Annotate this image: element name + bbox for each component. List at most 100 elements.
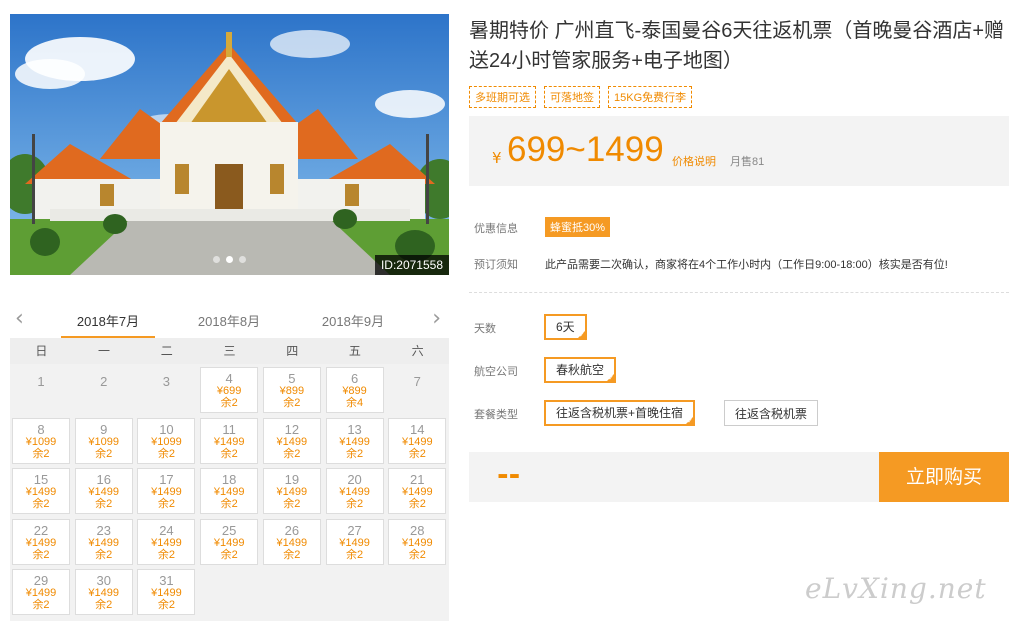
calendar-day[interactable]: 21 ¥1499 余2: [388, 468, 447, 514]
day-price: ¥1499: [276, 486, 308, 498]
day-price: ¥1499: [401, 435, 433, 448]
calendar-day[interactable]: 10 ¥1099 余2: [137, 417, 196, 464]
day-price: ¥1499: [339, 435, 370, 448]
buy-now-button[interactable]: 立即购买: [879, 452, 1009, 502]
calendar-day[interactable]: 14 ¥1499 余2: [388, 417, 447, 464]
day-remaining: 余2: [283, 447, 301, 460]
calendar-day[interactable]: 17 ¥1499 余2: [137, 468, 196, 514]
calendar-day: 7: [388, 367, 446, 413]
calendar-day[interactable]: 12 ¥1499 余2: [262, 417, 321, 464]
day-number: 16: [96, 472, 111, 487]
gallery-dot-active[interactable]: [226, 256, 233, 263]
calendar-day[interactable]: 4 ¥699 余2: [200, 367, 259, 413]
calendar-day[interactable]: 28 ¥1499 余2: [388, 518, 447, 565]
day-number: 13: [347, 421, 362, 437]
day-remaining: 余2: [346, 548, 364, 561]
chevron-left-icon[interactable]: ‹: [15, 306, 24, 331]
day-number: 30: [96, 573, 111, 588]
day-number: 18: [221, 472, 237, 487]
day-remaining: 余2: [220, 447, 238, 460]
option-days-6[interactable]: 6天: [544, 314, 587, 341]
calendar-day[interactable]: 18 ¥1499 余2: [200, 468, 259, 514]
calendar-day[interactable]: 23 ¥1499 余2: [74, 518, 133, 565]
day-price: ¥1499: [339, 486, 370, 498]
day-remaining: 余2: [157, 548, 175, 561]
calendar-day[interactable]: 19 ¥1499 余2: [262, 468, 321, 514]
product-title: 暑期特价 广州直飞-泰国曼谷6天往返机票（首晚曼谷酒店+赠送24小时管家服务+电…: [469, 20, 1005, 72]
day-price: ¥1499: [25, 536, 57, 549]
day-remaining: 余2: [157, 498, 175, 510]
tab-month-july[interactable]: 2018年7月: [61, 311, 155, 339]
day-remaining: 余4: [346, 397, 364, 409]
calendar-day[interactable]: 27 ¥1499 余2: [325, 518, 384, 565]
tab-month-september[interactable]: 2018年9月: [308, 311, 398, 330]
calendar-day[interactable]: 15 ¥1499 余2: [12, 468, 70, 514]
calendar-day[interactable]: 25 ¥1499 余2: [200, 518, 259, 565]
day-price: ¥1499: [151, 536, 182, 549]
calendar-month-nav: ‹ 2018年7月 2018年8月 2018年9月 ›: [10, 300, 449, 339]
day-number: 8: [37, 421, 45, 437]
chevron-right-icon[interactable]: ›: [432, 306, 441, 331]
promo-label: 优惠信息: [474, 223, 518, 235]
gallery-dot[interactable]: [213, 256, 220, 263]
day-price: ¥1499: [213, 435, 245, 448]
notice-label: 预订须知: [474, 259, 518, 271]
gallery-dot[interactable]: [239, 256, 246, 263]
calendar-day[interactable]: 26 ¥1499 余2: [262, 518, 321, 565]
day-remaining: 余2: [346, 447, 364, 460]
calendar-day[interactable]: 30 ¥1499 余2: [74, 569, 133, 615]
day-remaining: 余2: [95, 447, 113, 460]
day-remaining: 余2: [32, 599, 50, 611]
day-number: 23: [96, 522, 111, 538]
price-panel: ¥ 699~1499 价格说明 月售81: [469, 116, 1009, 186]
day-remaining: 余2: [283, 548, 301, 561]
calendar-day[interactable]: 20 ¥1499 余2: [325, 468, 384, 514]
day-remaining: 余2: [32, 548, 50, 561]
day-price: ¥1499: [25, 587, 57, 599]
day-price: ¥899: [342, 385, 367, 397]
calendar-day[interactable]: 22 ¥1499 余2: [12, 518, 70, 565]
day-number: 2: [100, 374, 108, 389]
calendar-day[interactable]: 24 ¥1499 余2: [137, 518, 196, 565]
day-number: 22: [33, 522, 49, 538]
option-airline-spring[interactable]: 春秋航空: [544, 357, 617, 384]
day-price: ¥1499: [88, 587, 119, 599]
option-package-ticket-only[interactable]: 往返含税机票: [724, 400, 819, 426]
calendar-day[interactable]: 31 ¥1499 余2: [137, 569, 196, 615]
day-number: 19: [284, 472, 300, 487]
tab-month-august[interactable]: 2018年8月: [184, 311, 274, 330]
calendar-day[interactable]: 8 ¥1099 余2: [12, 417, 70, 464]
notice-text: 此产品需要二次确认，商家将在4个工作小时内（工作日9:00-18:00）核实是否…: [545, 259, 948, 271]
price-explain-link[interactable]: 价格说明: [672, 153, 716, 169]
day-remaining: 余2: [157, 599, 175, 611]
day-remaining: 余2: [220, 498, 238, 510]
weekday-label: 六: [411, 344, 424, 358]
package-label: 套餐类型: [474, 409, 518, 421]
day-remaining: 余2: [283, 498, 301, 510]
feature-tag: 15KG免费行李: [608, 86, 693, 108]
calendar-day[interactable]: 16 ¥1499 余2: [74, 468, 133, 514]
day-number: 1: [37, 374, 45, 389]
calendar-day[interactable]: 13 ¥1499 余2: [325, 417, 384, 464]
total-price-bar: --: [469, 452, 879, 502]
calendar-day[interactable]: 29 ¥1499 余2: [12, 569, 70, 615]
option-package-with-hotel[interactable]: 往返含税机票+首晚住宿: [544, 400, 696, 427]
day-remaining: 余2: [408, 548, 426, 561]
day-remaining: 余2: [95, 498, 113, 510]
calendar-day: 2: [75, 367, 133, 413]
calendar-day[interactable]: 6 ¥899 余4: [325, 367, 384, 413]
calendar-day[interactable]: 5 ¥899 余2: [262, 367, 321, 413]
day-number: 11: [222, 421, 236, 437]
weekday-label: 三: [223, 344, 236, 358]
temple-image: [10, 14, 449, 275]
day-price: ¥1499: [88, 536, 119, 549]
day-number: 17: [159, 472, 174, 487]
day-remaining: 余2: [157, 447, 175, 460]
airline-label: 航空公司: [474, 366, 518, 378]
day-price: ¥1099: [25, 435, 57, 448]
day-remaining: 余2: [32, 498, 50, 510]
calendar-day[interactable]: 9 ¥1099 余2: [74, 417, 133, 464]
weekday-label: 日: [35, 344, 48, 358]
calendar-day[interactable]: 11 ¥1499 余2: [200, 417, 259, 464]
product-photo[interactable]: ID:2071558: [10, 14, 449, 275]
